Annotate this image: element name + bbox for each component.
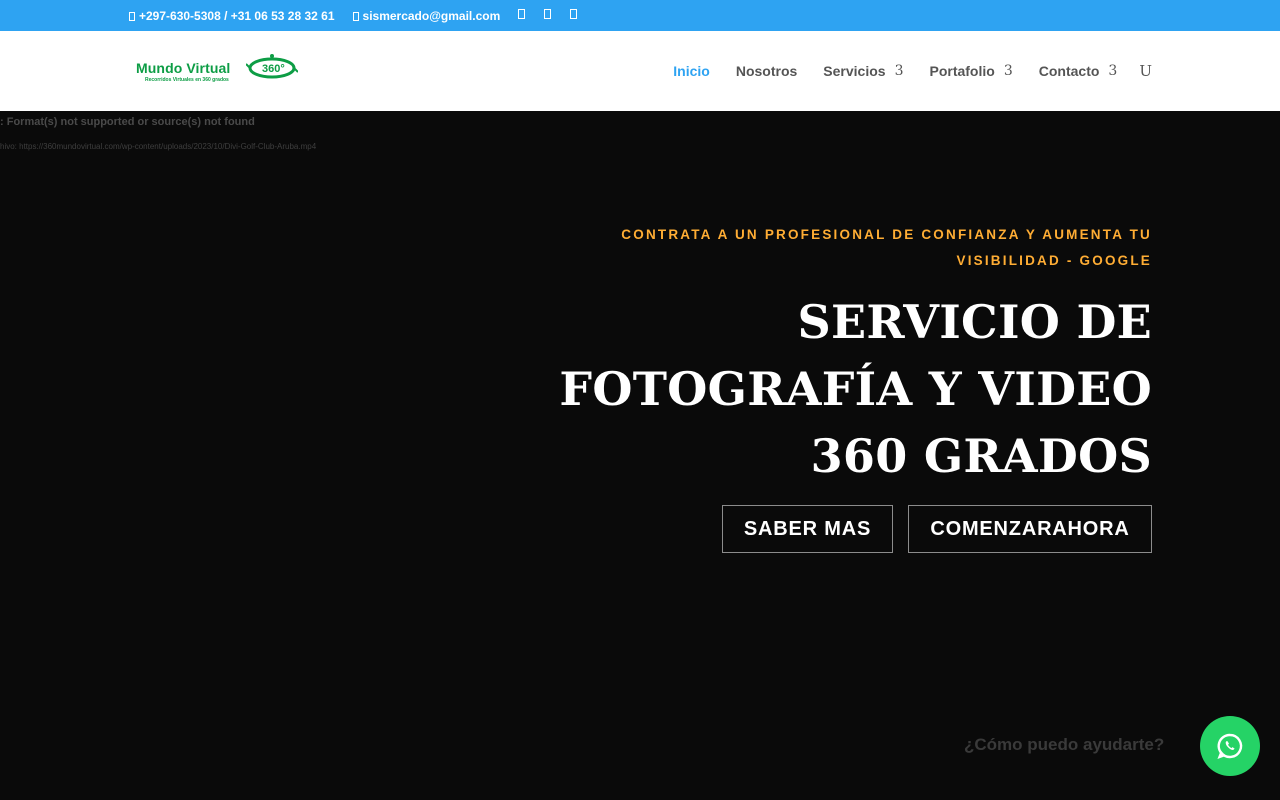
email-link[interactable]: sismercado@gmail.com <box>352 8 501 23</box>
whatsapp-button[interactable] <box>1200 716 1260 776</box>
video-error-message: : Format(s) not supported or source(s) n… <box>0 116 255 128</box>
comenzar-ahora-button[interactable]: COMENZARAHORA <box>908 505 1152 553</box>
chevron-down-icon: 3 <box>1003 63 1013 79</box>
main-header: Mundo Virtual Recorridos Virtuales en 36… <box>0 31 1280 111</box>
twitter-icon[interactable] <box>544 9 552 19</box>
nav-item-portafolio[interactable]: Portafolio 3 <box>929 63 1012 79</box>
video-source-path: hivo: https://360mundovirtual.com/wp-con… <box>0 142 317 151</box>
hero-section: : Format(s) not supported or source(s) n… <box>0 111 1280 800</box>
email-address: sismercado@gmail.com <box>362 8 501 23</box>
phone-number: +297-630-5308 / +31 06 53 28 32 61 <box>139 8 335 23</box>
chevron-down-icon: 3 <box>894 63 904 79</box>
social-links <box>518 9 596 19</box>
nav-item-label: Servicios <box>823 63 886 79</box>
saber-mas-button[interactable]: SABER MAS <box>722 505 893 553</box>
facebook-icon[interactable] <box>518 9 526 19</box>
chat-prompt[interactable]: ¿Cómo puedo ayudarte? <box>964 735 1164 755</box>
logo-subtext: Recorridos Virtuales en 360 grados <box>145 77 229 83</box>
nav-item-contacto[interactable]: Contacto 3 <box>1039 63 1118 79</box>
hero-buttons: SABER MAS COMENZARAHORA <box>722 505 1152 553</box>
search-icon[interactable]: U <box>1139 62 1152 80</box>
nav-item-label: Contacto <box>1038 63 1100 79</box>
envelope-icon <box>352 12 359 21</box>
primary-nav: Inicio Nosotros Servicios 3 Portafolio 3… <box>647 31 1152 111</box>
phone-icon <box>129 12 135 21</box>
chevron-down-icon: 3 <box>1108 63 1118 79</box>
phone-link[interactable]: +297-630-5308 / +31 06 53 28 32 61 <box>129 9 335 23</box>
top-bar: +297-630-5308 / +31 06 53 28 32 61 sisme… <box>0 0 1280 31</box>
hero-headline: SERVICIO DE FOTOGRAFÍA Y VIDEO 360 GRADO… <box>559 295 1152 483</box>
nav-item-nosotros[interactable]: Nosotros <box>736 63 797 79</box>
instagram-icon[interactable] <box>570 9 578 19</box>
logo-360-icon: 360° <box>246 54 298 79</box>
nav-item-inicio[interactable]: Inicio <box>673 63 710 79</box>
site-logo[interactable]: Mundo Virtual Recorridos Virtuales en 36… <box>136 53 298 87</box>
logo-badge-text: 360° <box>262 63 285 75</box>
nav-item-label: Inicio <box>673 63 710 79</box>
whatsapp-icon <box>1217 733 1243 760</box>
hero-kicker: CONTRATA A UN PROFESIONAL DE CONFIANZA Y… <box>621 227 1152 268</box>
nav-item-label: Nosotros <box>735 63 798 79</box>
nav-item-servicios[interactable]: Servicios 3 <box>823 63 903 79</box>
logo-text: Mundo Virtual <box>136 60 231 76</box>
nav-item-label: Portafolio <box>929 63 995 79</box>
